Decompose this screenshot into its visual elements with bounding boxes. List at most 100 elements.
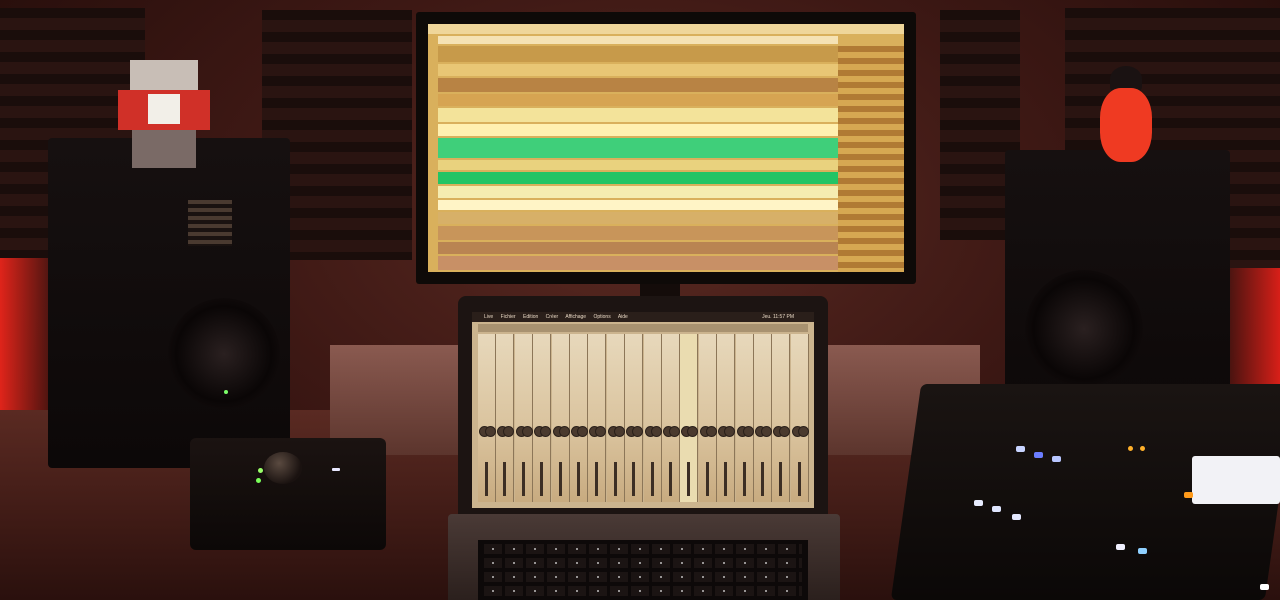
menu-item[interactable]: Live: [484, 314, 493, 320]
key-row[interactable]: [484, 586, 802, 596]
volume-fader[interactable]: [650, 462, 654, 496]
volume-fader[interactable]: [558, 462, 562, 496]
daw-track-green: [438, 172, 838, 184]
daw-track: [438, 256, 838, 270]
volume-fader[interactable]: [779, 462, 783, 496]
menubar-clock: Jeu. 11:57 PM: [762, 314, 794, 320]
controller-pad[interactable]: [1052, 456, 1061, 462]
laptop-screen-daw-mixer: Live Fichier Edition Créer Affichage Opt…: [472, 312, 814, 508]
controller-pad[interactable]: [1260, 584, 1269, 590]
daw-timeline-ruler: [438, 36, 838, 44]
send-knob[interactable]: [687, 426, 699, 437]
volume-fader[interactable]: [632, 462, 636, 496]
controller-pad[interactable]: [1012, 514, 1021, 520]
send-knob[interactable]: [595, 426, 607, 437]
send-knob[interactable]: [485, 426, 496, 437]
volume-fader[interactable]: [687, 462, 691, 496]
speaker-woofer: [1025, 270, 1143, 388]
send-knob[interactable]: [613, 426, 625, 437]
volume-fader[interactable]: [540, 462, 544, 496]
mixer-channel-strip[interactable]: [514, 334, 533, 502]
mixer-channel-strip[interactable]: [790, 334, 809, 502]
mixer-channel-strip[interactable]: [533, 334, 552, 502]
send-knob[interactable]: [577, 426, 588, 437]
daw-track: [438, 78, 838, 92]
studio-monitor-speaker-left: [48, 138, 290, 468]
volume-fader[interactable]: [724, 462, 728, 496]
mixer-channel-strip[interactable]: [625, 334, 644, 502]
mixer-channel-strip[interactable]: [570, 334, 588, 502]
penguin-figurine-right: [1096, 66, 1156, 162]
send-knob[interactable]: [742, 426, 754, 437]
daw-track: [438, 226, 838, 240]
laptop-menubar: Live Fichier Edition Créer Affichage Opt…: [472, 312, 814, 322]
mixer-channel-strip[interactable]: [717, 334, 736, 502]
key-row[interactable]: [484, 572, 802, 582]
send-knob[interactable]: [705, 426, 717, 437]
send-knob[interactable]: [540, 426, 552, 437]
daw-track: [438, 160, 838, 170]
volume-fader[interactable]: [577, 462, 580, 496]
send-knob[interactable]: [503, 426, 515, 437]
menu-item[interactable]: Edition: [523, 314, 538, 320]
controller-pad[interactable]: [1016, 446, 1025, 452]
daw-menubar: [428, 24, 904, 34]
mixer-channel-strip[interactable]: [496, 334, 515, 502]
volume-fader[interactable]: [503, 462, 507, 496]
controller-pad[interactable]: [974, 500, 983, 506]
volume-fader[interactable]: [521, 462, 525, 496]
volume-fader[interactable]: [797, 462, 801, 496]
send-knob[interactable]: [632, 426, 644, 437]
volume-fader[interactable]: [742, 462, 746, 496]
volume-fader[interactable]: [761, 462, 764, 496]
mixer-channel-strip[interactable]: [551, 334, 570, 502]
mixer-channel-strip[interactable]: [588, 334, 607, 502]
daw-session-clips: [838, 46, 904, 272]
mixer-channel-strip[interactable]: [698, 334, 717, 502]
mixer-channel-strip[interactable]: [643, 334, 662, 502]
daw-track: [438, 64, 838, 76]
mixer-channel-strip[interactable]: [478, 334, 496, 502]
mixer-channel-strip[interactable]: [735, 334, 754, 502]
daw-track: [438, 200, 838, 210]
mixer-channel-strip[interactable]: [772, 334, 791, 502]
volume-fader[interactable]: [613, 462, 617, 496]
laptop-keyboard: [478, 540, 808, 600]
menu-item[interactable]: Affichage: [565, 314, 586, 320]
send-knob[interactable]: [761, 426, 772, 437]
send-knob[interactable]: [521, 426, 533, 437]
controller-pad[interactable]: [992, 506, 1001, 512]
menu-item[interactable]: Options: [593, 314, 610, 320]
mixer-channel-strip[interactable]: [662, 334, 680, 502]
send-knob[interactable]: [669, 426, 680, 437]
menu-item[interactable]: Aide: [618, 314, 628, 320]
controller-led: [1140, 446, 1145, 451]
controller-pad[interactable]: [1138, 548, 1147, 554]
controller-pad[interactable]: [1184, 492, 1193, 498]
menu-item[interactable]: Créer: [546, 314, 559, 320]
controller-pad[interactable]: [1116, 544, 1125, 550]
studio-scene: Live Fichier Edition Créer Affichage Opt…: [0, 0, 1280, 600]
send-knob[interactable]: [724, 426, 736, 437]
send-knob[interactable]: [779, 426, 791, 437]
send-knob[interactable]: [558, 426, 570, 437]
speaker-tweeter-grille: [188, 200, 232, 246]
key-row[interactable]: [484, 544, 802, 554]
volume-fader[interactable]: [595, 462, 599, 496]
mixer-channel-strip[interactable]: [680, 334, 699, 502]
volume-fader[interactable]: [485, 462, 488, 496]
daw-track-green: [438, 138, 838, 158]
volume-fader[interactable]: [669, 462, 672, 496]
controller-pad[interactable]: [1034, 452, 1043, 458]
mixer-channel-strip[interactable]: [606, 334, 625, 502]
controller-display: [1192, 456, 1280, 504]
send-knob[interactable]: [797, 426, 809, 437]
volume-knob[interactable]: [264, 452, 302, 484]
controller-led: [1128, 446, 1133, 451]
volume-fader[interactable]: [705, 462, 709, 496]
daw-track: [438, 124, 838, 136]
menu-item[interactable]: Fichier: [501, 314, 516, 320]
send-knob[interactable]: [650, 426, 662, 437]
key-row[interactable]: [484, 558, 802, 568]
mixer-channel-strip[interactable]: [754, 334, 772, 502]
